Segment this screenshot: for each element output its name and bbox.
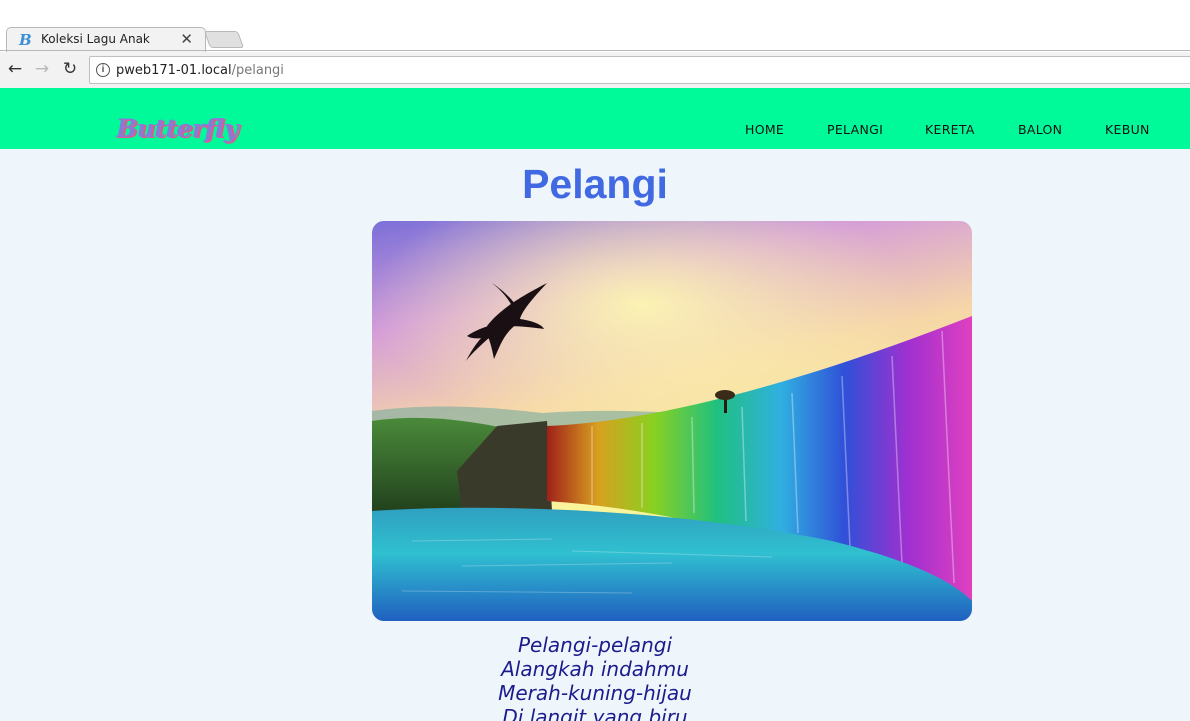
nav-pelangi[interactable]: PELANGI bbox=[827, 122, 883, 137]
lyric-line: Pelangi-pelangi bbox=[517, 633, 673, 657]
page-content: Butterfly HOME PELANGI KERETA BALON KEBU… bbox=[0, 88, 1190, 721]
browser-tabstrip: B Koleksi Lagu Anak ✕ bbox=[0, 0, 1190, 52]
lyric-line: Merah-kuning-hijau bbox=[498, 681, 692, 705]
nav-home[interactable]: HOME bbox=[745, 122, 784, 137]
tab-close-icon[interactable]: ✕ bbox=[180, 30, 193, 48]
url-text[interactable]: pweb171-01.local/pelangi bbox=[116, 63, 284, 78]
browser-tab[interactable]: B Koleksi Lagu Anak ✕ bbox=[6, 27, 206, 52]
lyric-line: Alangkah indahmu bbox=[501, 657, 689, 681]
address-bar[interactable]: i pweb171-01.local/pelangi bbox=[89, 56, 1190, 84]
browser-toolbar: ← → ↻ i pweb171-01.local/pelangi bbox=[0, 52, 1190, 88]
forward-arrow-icon[interactable]: → bbox=[32, 59, 52, 79]
rainbow-waterfall-image bbox=[372, 221, 972, 621]
url-path: /pelangi bbox=[231, 63, 284, 78]
reload-icon[interactable]: ↻ bbox=[60, 59, 80, 79]
butterfly-favicon-icon: B bbox=[19, 31, 32, 49]
page-title: Pelangi bbox=[522, 161, 668, 207]
nav-kereta[interactable]: KERETA bbox=[925, 122, 975, 137]
new-tab-button[interactable] bbox=[203, 31, 245, 48]
song-lyrics: Pelangi-pelangi Alangkah indahmu Merah-k… bbox=[0, 633, 1190, 721]
site-header: Butterfly HOME PELANGI KERETA BALON KEBU… bbox=[0, 88, 1190, 149]
site-info-icon[interactable]: i bbox=[96, 63, 110, 77]
tab-title: Koleksi Lagu Anak bbox=[41, 32, 150, 46]
tabstrip-divider bbox=[0, 50, 1190, 51]
nav-kebun[interactable]: KEBUN bbox=[1105, 122, 1150, 137]
lyric-line: Di langit yang biru bbox=[502, 705, 688, 721]
butterfly-logo[interactable]: Butterfly bbox=[116, 114, 238, 143]
back-arrow-icon[interactable]: ← bbox=[5, 59, 25, 79]
url-host: pweb171-01.local bbox=[116, 63, 232, 78]
nav-balon[interactable]: BALON bbox=[1018, 122, 1062, 137]
